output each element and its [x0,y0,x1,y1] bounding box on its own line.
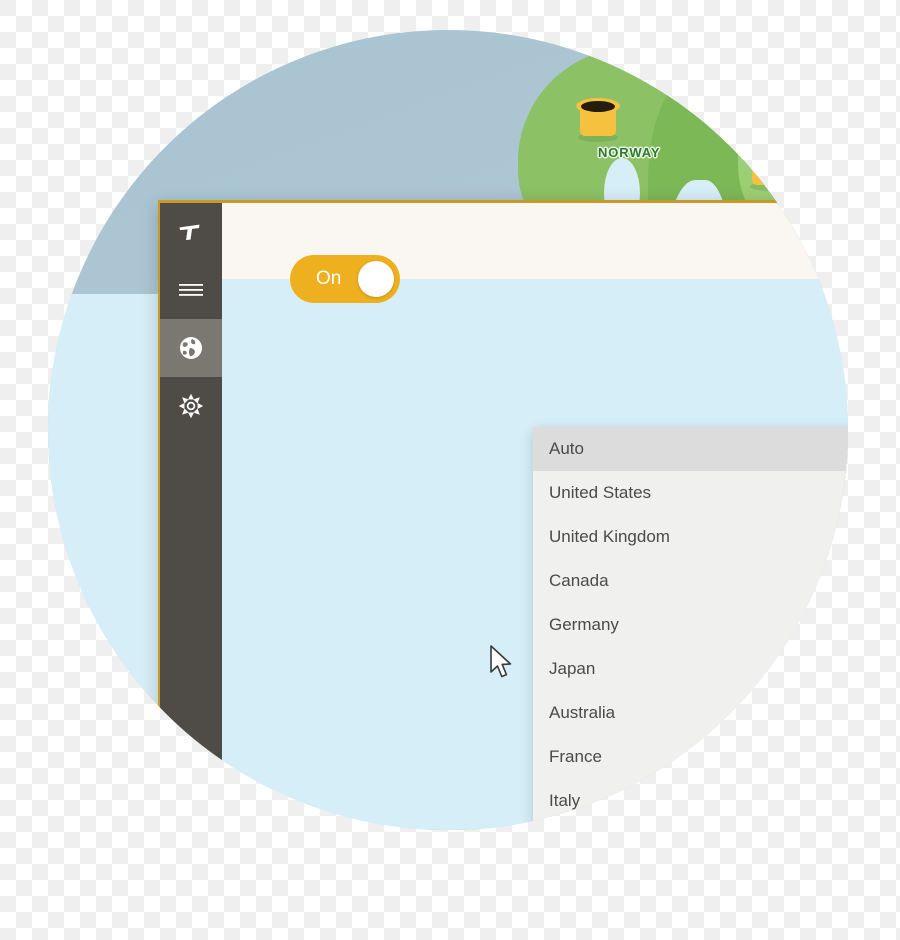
app-logo [160,203,222,261]
dropdown-option-united-states[interactable]: United States [533,471,848,515]
dropdown-option-united-kingdom[interactable]: United Kingdom [533,515,848,559]
marker-hole [581,101,615,112]
dropdown-option-canada[interactable]: Canada [533,559,848,603]
dropdown-option-italy[interactable]: Italy [533,779,848,823]
hamburger-menu-icon [179,284,203,296]
toggle-label: On [316,268,342,289]
globe-icon [180,337,202,359]
gear-icon [179,394,203,418]
country-select-dropdown[interactable]: Auto United States United Kingdom Canada… [533,427,848,830]
map-marker-sweden[interactable] [748,145,792,191]
sidebar-item-menu[interactable] [160,261,222,319]
t-logo-icon [178,223,201,242]
sidebar-item-location[interactable] [160,319,222,377]
sidebar-item-settings[interactable] [160,377,222,435]
app-header-bar [160,203,848,279]
screenshot-stage: NORWAY SWEDEN DENMARK NETHERLANDS GERMAN… [0,0,900,940]
globe-circle-backdrop: NORWAY SWEDEN DENMARK NETHERLANDS GERMAN… [48,30,848,830]
map-marker-norway[interactable] [576,96,620,142]
marker-hole [753,150,787,161]
dropdown-option-france[interactable]: France [533,735,848,779]
dropdown-option-netherlands[interactable]: Netherlands [533,823,848,830]
dropdown-option-japan[interactable]: Japan [533,647,848,691]
dropdown-option-germany[interactable]: Germany [533,603,848,647]
toggle-knob[interactable] [358,261,394,297]
power-toggle-switch[interactable]: On [290,255,400,303]
dropdown-option-australia[interactable]: Australia [533,691,848,735]
dropdown-option-auto[interactable]: Auto [533,427,848,471]
app-window: On Auto United States United Kingdom Can… [158,200,848,830]
sidebar [160,203,222,830]
